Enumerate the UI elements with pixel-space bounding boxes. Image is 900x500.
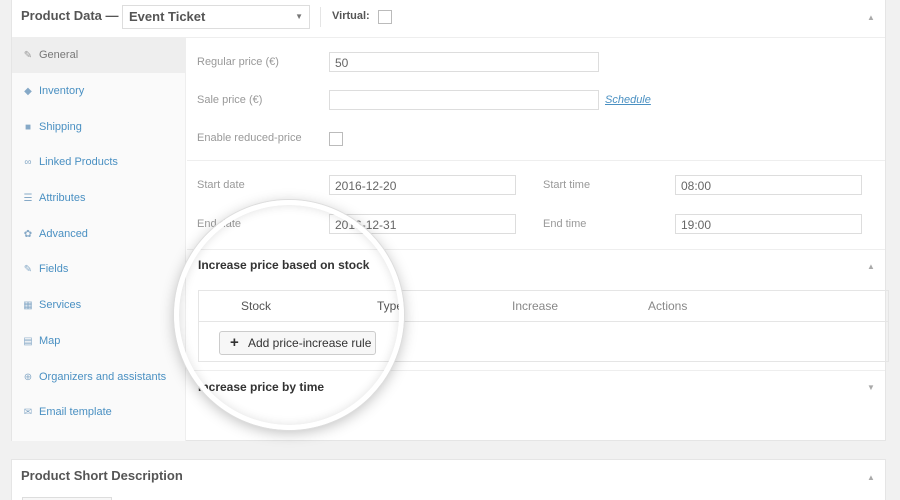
pencil-icon: ✎ xyxy=(23,264,33,275)
schedule-link[interactable]: Schedule xyxy=(605,94,651,106)
section-divider xyxy=(187,160,885,161)
end-date-label: End date xyxy=(197,218,242,230)
sidebar-item-general[interactable]: ✎ General xyxy=(12,38,186,73)
list-icon: ☰ xyxy=(23,193,33,204)
sidebar-item-inventory[interactable]: ◆ Inventory xyxy=(12,74,186,109)
map-icon: ▤ xyxy=(23,336,33,347)
header-divider xyxy=(320,7,321,27)
sidebar-item-organizers[interactable]: ⊕ Organizers and assistants xyxy=(12,360,186,395)
add-button-label: Add price-increase rule xyxy=(248,336,372,350)
product-type-value: Event Ticket xyxy=(129,9,206,24)
sidebar-item-label: Map xyxy=(39,335,61,347)
product-data-title: Product Data — xyxy=(21,8,119,23)
product-data-header: Product Data — Event Ticket ▼ Virtual: ▲ xyxy=(12,0,885,36)
sidebar-item-label: Fields xyxy=(39,263,69,275)
collapse-arrow-icon[interactable]: ▲ xyxy=(867,262,875,271)
link-icon: ∞ xyxy=(24,157,32,168)
end-time-input[interactable]: 19:00 xyxy=(675,214,862,234)
start-date-label: Start date xyxy=(197,179,245,191)
sidebar-item-map[interactable]: ▤ Map xyxy=(12,324,186,359)
wrench-icon: ✎ xyxy=(23,50,33,61)
gear-icon: ✿ xyxy=(23,229,33,240)
product-type-select[interactable]: Event Ticket ▼ xyxy=(122,5,310,29)
column-header-increase: Increase xyxy=(512,299,559,313)
sidebar-item-advanced[interactable]: ✿ Advanced xyxy=(12,217,186,252)
reduced-price-checkbox[interactable] xyxy=(329,132,343,146)
sidebar-item-label: Attributes xyxy=(39,192,86,204)
short-description-title: Product Short Description xyxy=(21,468,183,483)
sidebar-item-label: Shipping xyxy=(39,121,82,133)
sidebar-item-linked-products[interactable]: ∞ Linked Products xyxy=(12,145,186,180)
sidebar-item-label: Advanced xyxy=(39,228,88,240)
column-header-actions: Actions xyxy=(648,299,688,313)
reduced-price-label: Enable reduced-price xyxy=(197,132,302,144)
envelope-icon: ✉ xyxy=(23,407,33,418)
sidebar-item-attributes[interactable]: ☰ Attributes xyxy=(12,181,186,216)
truck-icon: ■ xyxy=(24,122,32,133)
collapse-arrow-icon[interactable]: ▲ xyxy=(867,13,875,22)
time-rules-title: Increase price by time xyxy=(198,380,325,394)
stock-rules-title: Increase price based on stock xyxy=(198,258,370,272)
column-header-type: Type xyxy=(377,299,404,313)
short-description-panel: Product Short Description ▲ xyxy=(11,459,886,500)
sidebar-item-fields[interactable]: ✎ Fields xyxy=(12,252,186,287)
sidebar-item-label: General xyxy=(39,49,79,61)
virtual-checkbox[interactable] xyxy=(378,10,392,24)
plus-icon: + xyxy=(230,334,239,351)
regular-price-input[interactable]: 50 xyxy=(329,52,599,72)
sidebar-item-label: Email template xyxy=(39,406,112,418)
sidebar-item-label: Inventory xyxy=(39,85,85,97)
sidebar-item-label: Services xyxy=(39,299,82,311)
end-date-input[interactable]: 2016-12-31 xyxy=(329,214,516,234)
grid-icon: ▦ xyxy=(23,300,33,311)
sidebar-item-shipping[interactable]: ■ Shipping xyxy=(12,110,186,145)
stock-rules-table: Stock Type Increase Actions + Add price-… xyxy=(198,290,889,362)
sidebar-item-services[interactable]: ▦ Services xyxy=(12,288,186,323)
sidebar-item-label: Linked Products xyxy=(39,156,118,168)
sidebar-item-email-template[interactable]: ✉ Email template xyxy=(12,395,186,430)
chevron-down-icon: ▼ xyxy=(295,12,303,21)
column-header-stock: Stock xyxy=(241,299,272,313)
section-divider xyxy=(187,249,885,250)
product-data-panel: Product Data — Event Ticket ▼ Virtual: ▲… xyxy=(11,0,889,441)
expand-arrow-icon[interactable]: ▼ xyxy=(867,383,875,392)
add-price-increase-rule-button[interactable]: + Add price-increase rule xyxy=(219,331,376,355)
start-time-label: Start time xyxy=(543,179,591,191)
virtual-label: Virtual: xyxy=(332,10,370,22)
product-data-tabs: ✎ General ◆ Inventory ■ Shipping ∞ Linke… xyxy=(12,38,186,441)
regular-price-label: Regular price (€) xyxy=(197,56,279,68)
sale-price-input[interactable] xyxy=(329,90,599,110)
collapse-arrow-icon[interactable]: ▲ xyxy=(867,473,875,482)
end-time-label: End time xyxy=(543,218,587,230)
start-date-input[interactable]: 2016-12-20 xyxy=(329,175,516,195)
start-time-input[interactable]: 08:00 xyxy=(675,175,862,195)
sidebar-item-label: Organizers and assistants xyxy=(39,371,167,383)
section-divider xyxy=(187,370,885,371)
stock-rules-header: Stock Type Increase Actions xyxy=(199,291,888,322)
sale-price-label: Sale price (€) xyxy=(197,94,263,106)
globe-icon: ⊕ xyxy=(23,372,33,383)
tag-icon: ◆ xyxy=(24,86,32,97)
